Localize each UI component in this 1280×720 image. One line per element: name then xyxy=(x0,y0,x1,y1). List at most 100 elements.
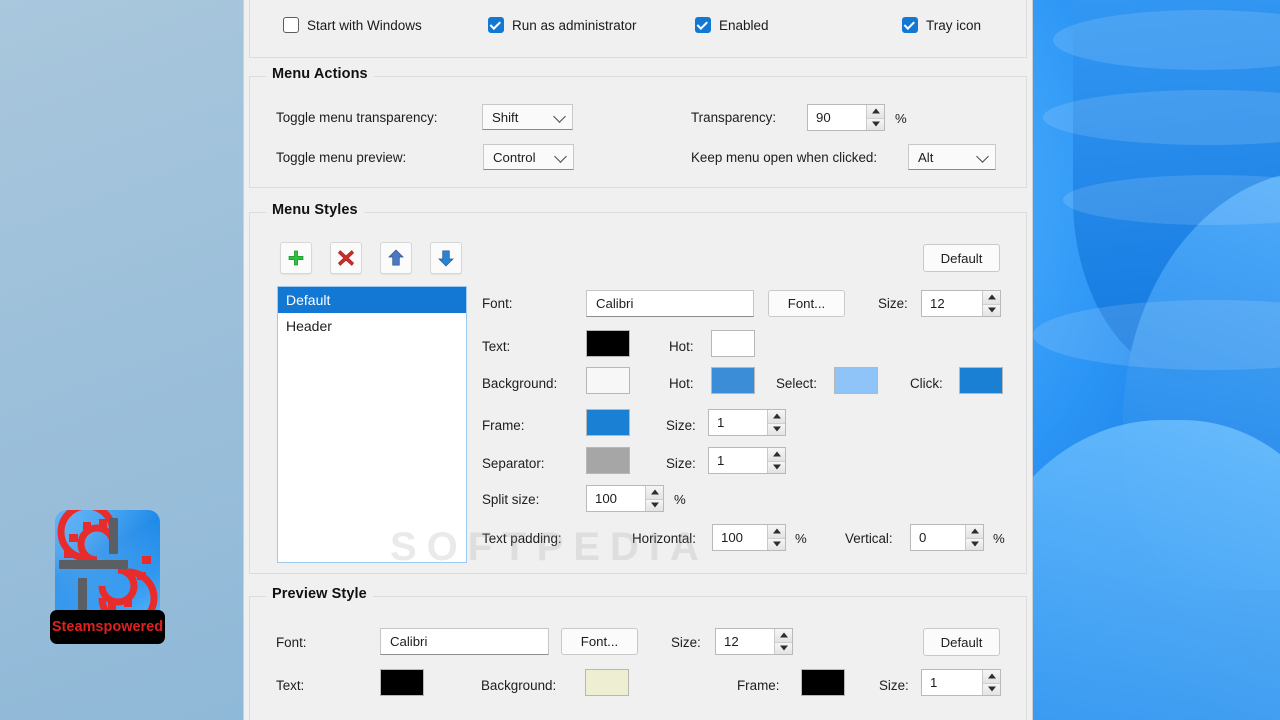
style-background-color-swatch[interactable] xyxy=(586,367,630,394)
wallpaper-stripe xyxy=(1033,300,1280,370)
style-split-size-unit: % xyxy=(674,492,686,507)
preview-background-color-swatch[interactable] xyxy=(585,669,629,696)
stepper-up-icon[interactable] xyxy=(768,525,785,538)
style-frame-color-swatch[interactable] xyxy=(586,409,630,436)
style-vertical-stepper[interactable]: 0 xyxy=(910,524,984,551)
stepper-buttons[interactable] xyxy=(982,670,1000,695)
style-text-padding-label: Text padding: xyxy=(482,531,562,546)
preview-size-stepper[interactable]: 12 xyxy=(715,628,793,655)
stepper-up-icon[interactable] xyxy=(983,670,1000,683)
stepper-down-icon[interactable] xyxy=(768,460,785,473)
stepper-up-icon[interactable] xyxy=(775,629,792,642)
style-separator-color-swatch[interactable] xyxy=(586,447,630,474)
preview-background-label: Background: xyxy=(481,678,557,693)
preview-style-title: Preview Style xyxy=(266,586,373,602)
preview-text-label: Text: xyxy=(276,678,305,693)
chevron-down-icon xyxy=(555,151,567,163)
style-text-hot-color-swatch[interactable] xyxy=(711,330,755,357)
move-style-down-button[interactable] xyxy=(430,242,462,274)
style-frame-size-label: Size: xyxy=(666,418,696,433)
stepper-down-icon[interactable] xyxy=(768,537,785,550)
preview-frame-size-label: Size: xyxy=(879,678,909,693)
stepper-buttons[interactable] xyxy=(965,525,983,550)
style-frame-size-stepper[interactable]: 1 xyxy=(708,409,786,436)
style-frame-label: Frame: xyxy=(482,418,525,433)
preview-default-button[interactable]: Default xyxy=(923,628,1000,656)
wallpaper-shape-3 xyxy=(1033,420,1280,720)
list-item-default[interactable]: Default xyxy=(278,287,466,313)
stepper-buttons[interactable] xyxy=(774,629,792,654)
preview-frame-size-stepper[interactable]: 1 xyxy=(921,669,1001,696)
style-size-label: Size: xyxy=(878,296,908,311)
menu-styles-default-button[interactable]: Default xyxy=(923,244,1000,272)
stepper-down-icon[interactable] xyxy=(983,303,1000,316)
transparency-unit: % xyxy=(895,111,907,126)
toggle-transparency-value: Shift xyxy=(492,109,519,125)
toggle-preview-label: Toggle menu preview: xyxy=(276,150,407,165)
preview-text-color-swatch[interactable] xyxy=(380,669,424,696)
checkbox-box xyxy=(283,17,299,33)
preview-frame-label: Frame: xyxy=(737,678,780,693)
style-font-input[interactable]: Calibri xyxy=(586,290,754,317)
preview-frame-color-swatch[interactable] xyxy=(801,669,845,696)
transparency-label: Transparency: xyxy=(691,110,777,125)
stepper-buttons[interactable] xyxy=(767,525,785,550)
preview-font-label: Font: xyxy=(276,635,307,650)
plus-icon xyxy=(288,250,304,266)
add-style-button[interactable] xyxy=(280,242,312,274)
checkbox-enabled[interactable]: Enabled xyxy=(695,17,769,33)
style-vertical-label: Vertical: xyxy=(845,531,893,546)
styles-listbox[interactable]: Default Header xyxy=(277,286,467,563)
style-background-hot-label: Hot: xyxy=(669,376,694,391)
preview-font-input[interactable]: Calibri xyxy=(380,628,549,655)
stepper-up-icon[interactable] xyxy=(867,105,884,118)
toggle-preview-select[interactable]: Control xyxy=(483,144,574,170)
checkbox-run-as-administrator[interactable]: Run as administrator xyxy=(488,17,637,33)
preview-style-group: Preview Style Font: Calibri Font... Size… xyxy=(249,586,1027,720)
toggle-transparency-select[interactable]: Shift xyxy=(482,104,573,130)
stepper-down-icon[interactable] xyxy=(775,641,792,654)
delete-style-button[interactable] xyxy=(330,242,362,274)
style-horizontal-stepper[interactable]: 100 xyxy=(712,524,786,551)
stepper-buttons[interactable] xyxy=(645,486,663,511)
stepper-up-icon[interactable] xyxy=(768,410,785,423)
stepper-down-icon[interactable] xyxy=(768,422,785,435)
list-item-header[interactable]: Header xyxy=(278,313,466,339)
move-style-up-button[interactable] xyxy=(380,242,412,274)
style-select-label: Select: xyxy=(776,376,817,391)
stepper-up-icon[interactable] xyxy=(768,448,785,461)
checkbox-start-with-windows[interactable]: Start with Windows xyxy=(283,17,422,33)
style-size-stepper[interactable]: 12 xyxy=(921,290,1001,317)
style-font-label: Font: xyxy=(482,296,513,311)
checkbox-tray-icon[interactable]: Tray icon xyxy=(902,17,981,33)
style-font-picker-button[interactable]: Font... xyxy=(768,290,845,317)
style-vertical-value: 0 xyxy=(911,525,965,550)
stepper-buttons[interactable] xyxy=(982,291,1000,316)
stepper-up-icon[interactable] xyxy=(966,525,983,538)
style-separator-size-value: 1 xyxy=(709,448,767,473)
style-split-size-value: 100 xyxy=(587,486,645,511)
style-separator-size-stepper[interactable]: 1 xyxy=(708,447,786,474)
stepper-down-icon[interactable] xyxy=(646,498,663,511)
style-click-color-swatch[interactable] xyxy=(959,367,1003,394)
transparency-stepper[interactable]: 90 xyxy=(807,104,885,131)
style-background-hot-color-swatch[interactable] xyxy=(711,367,755,394)
preview-font-picker-button[interactable]: Font... xyxy=(561,628,638,655)
style-select-color-swatch[interactable] xyxy=(834,367,878,394)
style-split-size-stepper[interactable]: 100 xyxy=(586,485,664,512)
checkbox-box xyxy=(488,17,504,33)
stepper-down-icon[interactable] xyxy=(983,682,1000,695)
stepper-down-icon[interactable] xyxy=(867,117,884,130)
chevron-down-icon xyxy=(977,151,989,163)
stepper-buttons[interactable] xyxy=(767,410,785,435)
stepper-buttons[interactable] xyxy=(767,448,785,473)
toggle-transparency-label: Toggle menu transparency: xyxy=(276,110,438,125)
stepper-up-icon[interactable] xyxy=(646,486,663,499)
style-horizontal-value: 100 xyxy=(713,525,767,550)
menu-styles-title: Menu Styles xyxy=(266,202,364,218)
style-text-color-swatch[interactable] xyxy=(586,330,630,357)
stepper-down-icon[interactable] xyxy=(966,537,983,550)
stepper-up-icon[interactable] xyxy=(983,291,1000,304)
keep-menu-open-select[interactable]: Alt xyxy=(908,144,996,170)
stepper-buttons[interactable] xyxy=(866,105,884,130)
